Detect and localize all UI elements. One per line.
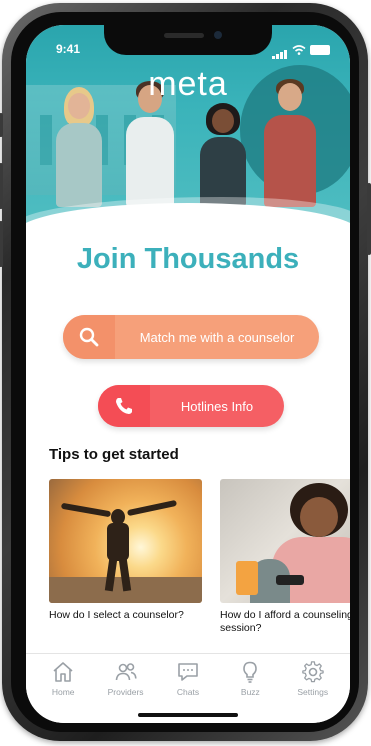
- tab-label: Settings: [297, 687, 329, 697]
- wifi-icon: [292, 45, 306, 55]
- status-icons: [272, 41, 330, 59]
- phone-frame: meta 9:41 Join Thousands Match me with a…: [0, 3, 371, 741]
- tab-label: Buzz: [240, 687, 260, 697]
- gear-icon: [301, 661, 324, 683]
- tab-label: Home: [51, 687, 75, 697]
- tips-section-title: Tips to get started: [49, 446, 179, 463]
- home-indicator[interactable]: [138, 713, 238, 717]
- tab-label: Providers: [107, 687, 144, 697]
- power-button: [367, 183, 371, 255]
- tip-caption: How do I select a counselor?: [49, 609, 184, 621]
- speaker: [164, 33, 204, 38]
- lightbulb-icon: [243, 661, 258, 683]
- tab-label: Chats: [176, 687, 200, 697]
- hotlines-info-label: Hotlines Info: [180, 398, 254, 414]
- match-counselor-label: Match me with a counselor: [139, 329, 295, 345]
- app-screen: meta 9:41 Join Thousands Match me with a…: [26, 25, 350, 723]
- tip-caption: How do I afford a counseling session?: [220, 609, 350, 634]
- tip-image-sunset: [49, 479, 202, 603]
- status-bar: 9:41: [26, 25, 350, 69]
- chat-icon: [178, 663, 198, 681]
- hero-student: [54, 87, 104, 207]
- home-icon: [53, 662, 73, 682]
- volume-down-button: [0, 221, 3, 267]
- hotlines-info-button[interactable]: Hotlines Info: [98, 385, 284, 427]
- tip-image-woman-phone: [220, 479, 350, 603]
- battery-icon: [310, 45, 330, 55]
- phone-icon: [98, 385, 150, 427]
- status-time: 9:41: [56, 42, 81, 56]
- signal-icon: [272, 41, 288, 59]
- volume-up-button: [0, 163, 3, 209]
- mute-switch: [0, 113, 3, 137]
- app-logo: meta: [148, 65, 228, 103]
- tip-card[interactable]: How do I afford a counseling session?: [220, 479, 350, 635]
- notch: [104, 25, 272, 55]
- people-icon: [115, 663, 137, 681]
- hero-student: [198, 103, 248, 207]
- page-title: Join Thousands: [76, 243, 300, 275]
- search-icon: [63, 315, 115, 359]
- front-camera: [214, 31, 222, 39]
- tip-card[interactable]: How do I select a counselor?: [49, 479, 202, 622]
- match-counselor-button[interactable]: Match me with a counselor: [63, 315, 319, 359]
- tab-home[interactable]: Home: [33, 660, 93, 723]
- tab-settings[interactable]: Settings: [283, 660, 343, 723]
